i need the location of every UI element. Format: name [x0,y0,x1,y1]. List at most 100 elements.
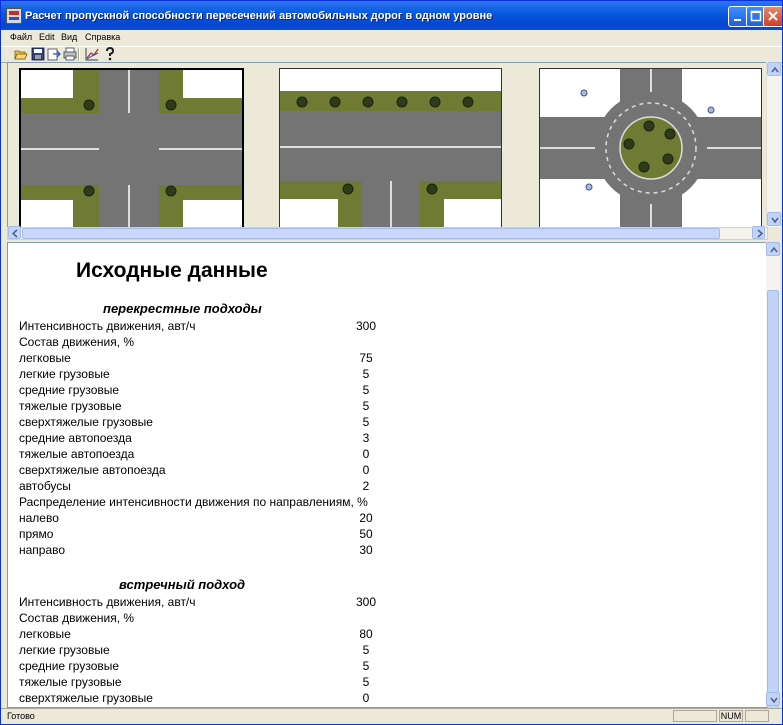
row-label: Распределение интенсивности движения по … [19,495,368,509]
menu-bar: Файл Edit Вид Справка [1,30,782,46]
thumbnail-t-junction[interactable] [279,68,502,227]
chart-icon[interactable] [85,47,99,61]
data-row: средние автопоезда 3 [19,431,379,447]
status-panel-scrl [745,710,769,722]
save-icon[interactable] [31,47,45,61]
data-row: легкие грузовые 5 [19,367,379,383]
row-label: сверхтяжелые автопоезда [19,463,166,477]
row-label: автобусы [19,479,71,493]
row-value: 5 [362,643,370,657]
help-icon[interactable] [103,47,117,61]
data-row: легковые 80 [19,627,379,643]
scroll-up-button[interactable] [767,62,781,76]
toolbar [1,46,782,63]
row-label: налево [19,511,59,525]
row-label: направо [19,543,66,557]
report-scroll-thumb[interactable] [767,290,779,716]
data-row: прямо 50 [19,527,379,543]
data-row: Распределение интенсивности движения по … [19,495,379,511]
data-row: Состав движения, % [19,611,379,627]
chevron-down-icon [770,697,778,704]
title-bar[interactable]: Расчет пропускной способности пересечени… [1,1,782,30]
menu-edit[interactable]: Edit [39,32,55,42]
row-value: 20 [359,511,373,525]
data-row: легкие грузовые 5 [19,643,379,659]
chevron-left-icon [11,229,18,238]
chevron-up-icon [771,66,779,73]
thumbnail-four-way-intersection[interactable] [19,68,244,227]
row-value: 5 [362,367,370,381]
data-row: сверхтяжелые грузовые 0 [19,691,379,707]
row-label: легкие грузовые [19,643,110,657]
export-icon[interactable] [47,47,61,61]
four-way-intersection-image [21,70,242,227]
menu-view[interactable]: Вид [61,32,77,42]
row-label: тяжелые грузовые [19,399,122,413]
window-title: Расчет пропускной способности пересечени… [25,10,493,22]
data-row: тяжелые автопоезда 0 [19,447,379,463]
thumbnail-roundabout[interactable] [539,68,762,227]
data-row: Интенсивность движения, авт/ч 300 [19,319,379,335]
row-label: тяжелые грузовые [19,675,122,689]
row-label: Состав движения, % [19,611,135,625]
row-value: 0 [362,463,370,477]
report-scroll-up-button[interactable] [766,242,780,256]
num-lock-indicator: NUM [719,710,743,722]
row-label: сверхтяжелые грузовые [19,691,153,705]
menu-file[interactable]: Файл [10,32,32,42]
status-text: Готово [7,711,35,721]
row-value: 0 [362,691,370,705]
row-label: средние автопоезда [19,431,132,445]
data-row: тяжелые грузовые 5 [19,675,379,691]
row-value: 300 [355,595,377,609]
section-title-opposing-approach: встречный подход [119,577,246,592]
data-row: сверхтяжелые грузовые 5 [19,415,379,431]
data-row: средние грузовые 5 [19,659,379,675]
row-label: средние грузовые [19,383,120,397]
row-label: легковые [19,351,71,365]
data-row: Интенсивность движения, авт/ч 300 [19,595,379,611]
gallery-horizontal-scrollbar[interactable] [7,226,768,240]
data-row: автобусы 2 [19,479,379,495]
row-label: Состав движения, % [19,335,135,349]
menu-help[interactable]: Справка [85,32,120,42]
data-row: тяжелые грузовые 5 [19,399,379,415]
row-label: прямо [19,527,54,541]
status-bar: Готово NUM [1,708,782,724]
close-icon [768,11,778,21]
print-icon[interactable] [63,47,77,61]
row-value: 75 [359,351,373,365]
data-row: средние грузовые 5 [19,383,379,399]
chevron-up-icon [770,246,778,253]
report-title: Исходные данные [76,259,268,282]
scroll-left-button[interactable] [8,226,21,239]
gallery-vertical-scrollbar[interactable] [766,62,781,227]
row-label: легкие грузовые [19,367,110,381]
chevron-down-icon [771,217,779,224]
t-junction-image [280,69,501,227]
report-scroll-down-button[interactable] [766,692,780,706]
gallery-scroll-thumb[interactable] [22,228,720,239]
row-value: 80 [359,627,373,641]
app-icon [6,8,22,24]
main-window: Расчет пропускной способности пересечени… [0,0,783,725]
close-button[interactable] [763,6,782,27]
status-panel-empty [673,710,717,722]
row-label: Интенсивность движения, авт/ч [19,595,196,609]
scroll-right-button[interactable] [752,226,765,239]
row-value: 30 [359,543,373,557]
report-vertical-scrollbar[interactable] [766,242,780,716]
data-row: направо 30 [19,543,379,559]
open-icon[interactable] [14,47,28,61]
roundabout-image [540,69,761,227]
row-value: 5 [362,399,370,413]
row-value: 50 [359,527,373,541]
row-value: 2 [362,479,370,493]
row-label: тяжелые автопоезда [19,447,135,461]
row-value: 3 [362,431,370,445]
row-value: 5 [362,659,370,673]
data-row: Состав движения, % [19,335,379,351]
row-value: 300 [355,319,377,333]
row-label: средние грузовые [19,659,120,673]
scroll-down-button[interactable] [767,212,781,226]
